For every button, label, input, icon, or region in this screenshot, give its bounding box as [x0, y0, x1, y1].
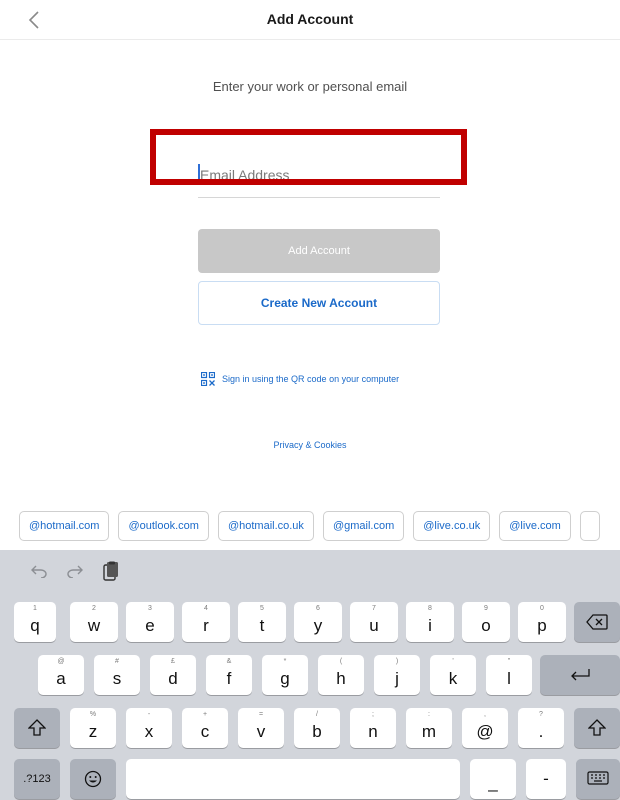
key-u[interactable]: 7u	[350, 602, 398, 642]
key-i[interactable]: 8i	[406, 602, 454, 642]
key-k[interactable]: ' k	[430, 655, 476, 695]
space-key[interactable]	[126, 759, 460, 799]
undo-icon	[31, 565, 47, 578]
key-t[interactable]: 5t	[238, 602, 286, 642]
key-w[interactable]: 2w	[70, 602, 118, 642]
key-o[interactable]: 9o	[462, 602, 510, 642]
redo-button[interactable]	[64, 560, 86, 582]
shift-key-right[interactable]	[574, 708, 620, 748]
key-c[interactable]: + c	[182, 708, 228, 748]
key-b[interactable]: / b	[294, 708, 340, 748]
on-screen-keyboard: 1q 2w 3e 4r 5t 6y 7u 8i 9o 0p @ a # s £ d &…	[0, 550, 620, 800]
emoji-icon	[84, 770, 102, 788]
key-period[interactable]: ?.	[518, 708, 564, 748]
emoji-key[interactable]	[70, 759, 116, 799]
key-r[interactable]: 4r	[182, 602, 230, 642]
page-title: Add Account	[266, 11, 354, 27]
key-y[interactable]: 6y	[294, 602, 342, 642]
backspace-key[interactable]	[574, 602, 620, 642]
create-new-account-button[interactable]: Create New Account	[198, 281, 440, 325]
text-caret	[198, 164, 200, 182]
shift-key-left[interactable]	[14, 708, 60, 748]
paste-icon	[103, 561, 118, 581]
key-h[interactable]: (h	[318, 655, 364, 695]
key-x[interactable]: -x	[126, 708, 172, 748]
domain-chip[interactable]: @hotmail.com	[19, 511, 110, 541]
qr-link-label: Sign in using the QR code on your comput…	[222, 374, 400, 384]
qr-code-icon	[201, 372, 215, 386]
key-d[interactable]: £ d	[150, 655, 196, 695]
keyboard-icon	[587, 771, 609, 785]
domain-chip-partial[interactable]	[579, 511, 600, 541]
keyboard-toolbar	[0, 550, 620, 592]
add-account-button[interactable]: Add Account	[198, 229, 440, 273]
domain-chip[interactable]: @live.com	[499, 511, 571, 541]
redo-icon	[67, 565, 83, 578]
domain-chip[interactable]: @hotmail.co.uk	[217, 511, 314, 541]
qr-sign-in-link[interactable]: Sign in using the QR code on your comput…	[201, 370, 399, 388]
hide-keyboard-key[interactable]	[576, 759, 620, 799]
shift-icon	[28, 719, 46, 736]
email-field-container	[198, 160, 440, 198]
key-j[interactable]: ) j	[374, 655, 420, 695]
key-m[interactable]: :m	[406, 708, 452, 748]
key-z[interactable]: % z	[70, 708, 116, 748]
email-field[interactable]	[198, 160, 440, 190]
email-prompt: Enter your work or personal email	[212, 79, 408, 94]
return-key[interactable]	[540, 655, 620, 695]
key-s[interactable]: # s	[94, 655, 140, 695]
key-g[interactable]: * g	[262, 655, 308, 695]
backspace-icon	[586, 614, 608, 630]
key-l[interactable]: " l	[486, 655, 532, 695]
key-p[interactable]: 0p	[518, 602, 566, 642]
return-icon	[571, 669, 590, 681]
key-n[interactable]: ; n	[350, 708, 396, 748]
privacy-cookies-link[interactable]: Privacy & Cookies	[0, 440, 620, 450]
dash-key[interactable]: -	[526, 759, 566, 799]
key-at[interactable]: , @	[462, 708, 508, 748]
key-f[interactable]: & f	[206, 655, 252, 695]
domain-chip[interactable]: @live.co.uk	[413, 511, 491, 541]
undo-button[interactable]	[28, 560, 50, 582]
key-a[interactable]: @ a	[38, 655, 84, 695]
domain-chip[interactable]: @outlook.com	[118, 511, 209, 541]
nav-header: Add Account	[0, 0, 620, 40]
shift-icon	[588, 719, 606, 736]
key-q[interactable]: 1q	[14, 602, 56, 642]
paste-button[interactable]	[100, 560, 122, 582]
key-v[interactable]: = v	[238, 708, 284, 748]
underscore-key[interactable]: _	[470, 759, 516, 799]
numbers-key[interactable]: .?123	[14, 759, 60, 799]
domain-chip[interactable]: @gmail.com	[322, 511, 405, 541]
key-e[interactable]: 3e	[126, 602, 174, 642]
domain-suggestions: @hotmail.com @outlook.com @hotmail.co.uk…	[19, 511, 600, 541]
